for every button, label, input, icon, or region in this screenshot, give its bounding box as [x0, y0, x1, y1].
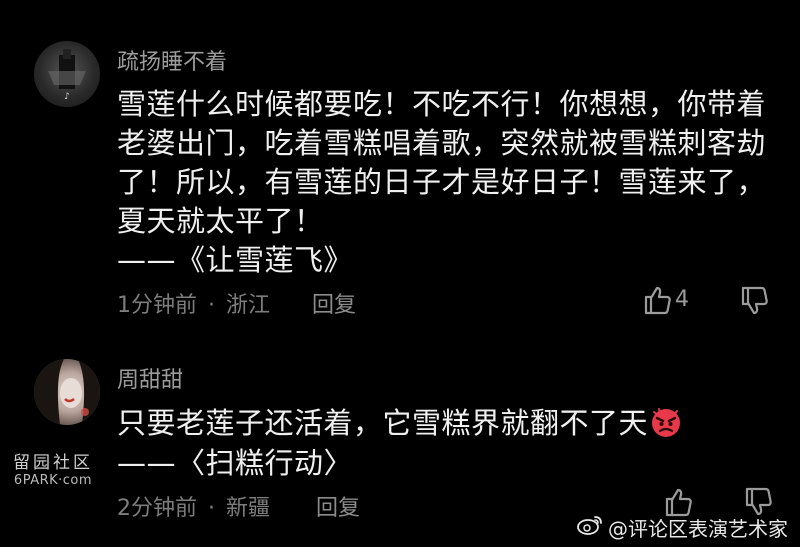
- avatar[interactable]: ♪: [34, 41, 100, 107]
- like-button[interactable]: [640, 283, 674, 317]
- username[interactable]: 疏扬睡不着: [117, 44, 227, 76]
- comment-text-line: ——〈扫糕行动〉: [117, 446, 354, 480]
- avatar-image: [34, 359, 100, 425]
- svg-text:♪: ♪: [64, 92, 70, 102]
- comment-text-line: 雪莲什么时候都要吃！不吃不行！你想想，你带着: [117, 87, 767, 121]
- username[interactable]: 周甜甜: [117, 362, 183, 394]
- reply-button[interactable]: 回复: [316, 490, 360, 522]
- weibo-watermark: @评论区表演艺术家: [576, 513, 788, 542]
- comment-text: 只要老莲子还活着，它雪糕界就翻不了天: [117, 406, 649, 440]
- meta-separator: ·: [208, 293, 215, 318]
- comment-text-line: 只要老莲子还活着，它雪糕界就翻不了天: [117, 400, 682, 445]
- comment-time: 1分钟前: [117, 293, 197, 318]
- thumbs-up-icon: [644, 286, 671, 315]
- thumbs-down-icon: [741, 286, 768, 315]
- angry-face-emoji-icon: [650, 406, 682, 445]
- forum-watermark-en: 6PARK·com: [13, 473, 93, 488]
- comment-time: 2分钟前: [117, 496, 197, 521]
- avatar[interactable]: [34, 359, 100, 425]
- reply-button[interactable]: 回复: [312, 287, 356, 319]
- comment-meta: 1分钟前 · 浙江: [117, 287, 270, 319]
- comment-meta: 2分钟前 · 新疆: [117, 490, 270, 522]
- weibo-handle: @评论区表演艺术家: [608, 517, 788, 541]
- comment-text-line: 了！所以，有雪莲的日子才是好日子！雪莲来了，: [117, 165, 767, 199]
- meta-separator: ·: [208, 496, 215, 521]
- forum-watermark: 留园社区 6PARK·com: [8, 448, 98, 488]
- weibo-logo-icon: [576, 514, 604, 541]
- comment-location: 新疆: [226, 496, 271, 521]
- forum-watermark-cn: 留园社区: [13, 453, 93, 473]
- comment-text-line: 夏天就太平了！: [117, 204, 324, 238]
- avatar-image: ♪: [48, 49, 86, 102]
- dislike-button[interactable]: [737, 284, 771, 318]
- comment-text-line: 老婆出门，吃着雪糕唱着歌，突然就被雪糕刺客劫: [117, 126, 767, 160]
- like-count: 4: [675, 287, 689, 312]
- comment-location: 浙江: [226, 293, 271, 318]
- comment-text-line: ——《让雪莲飞》: [117, 243, 354, 277]
